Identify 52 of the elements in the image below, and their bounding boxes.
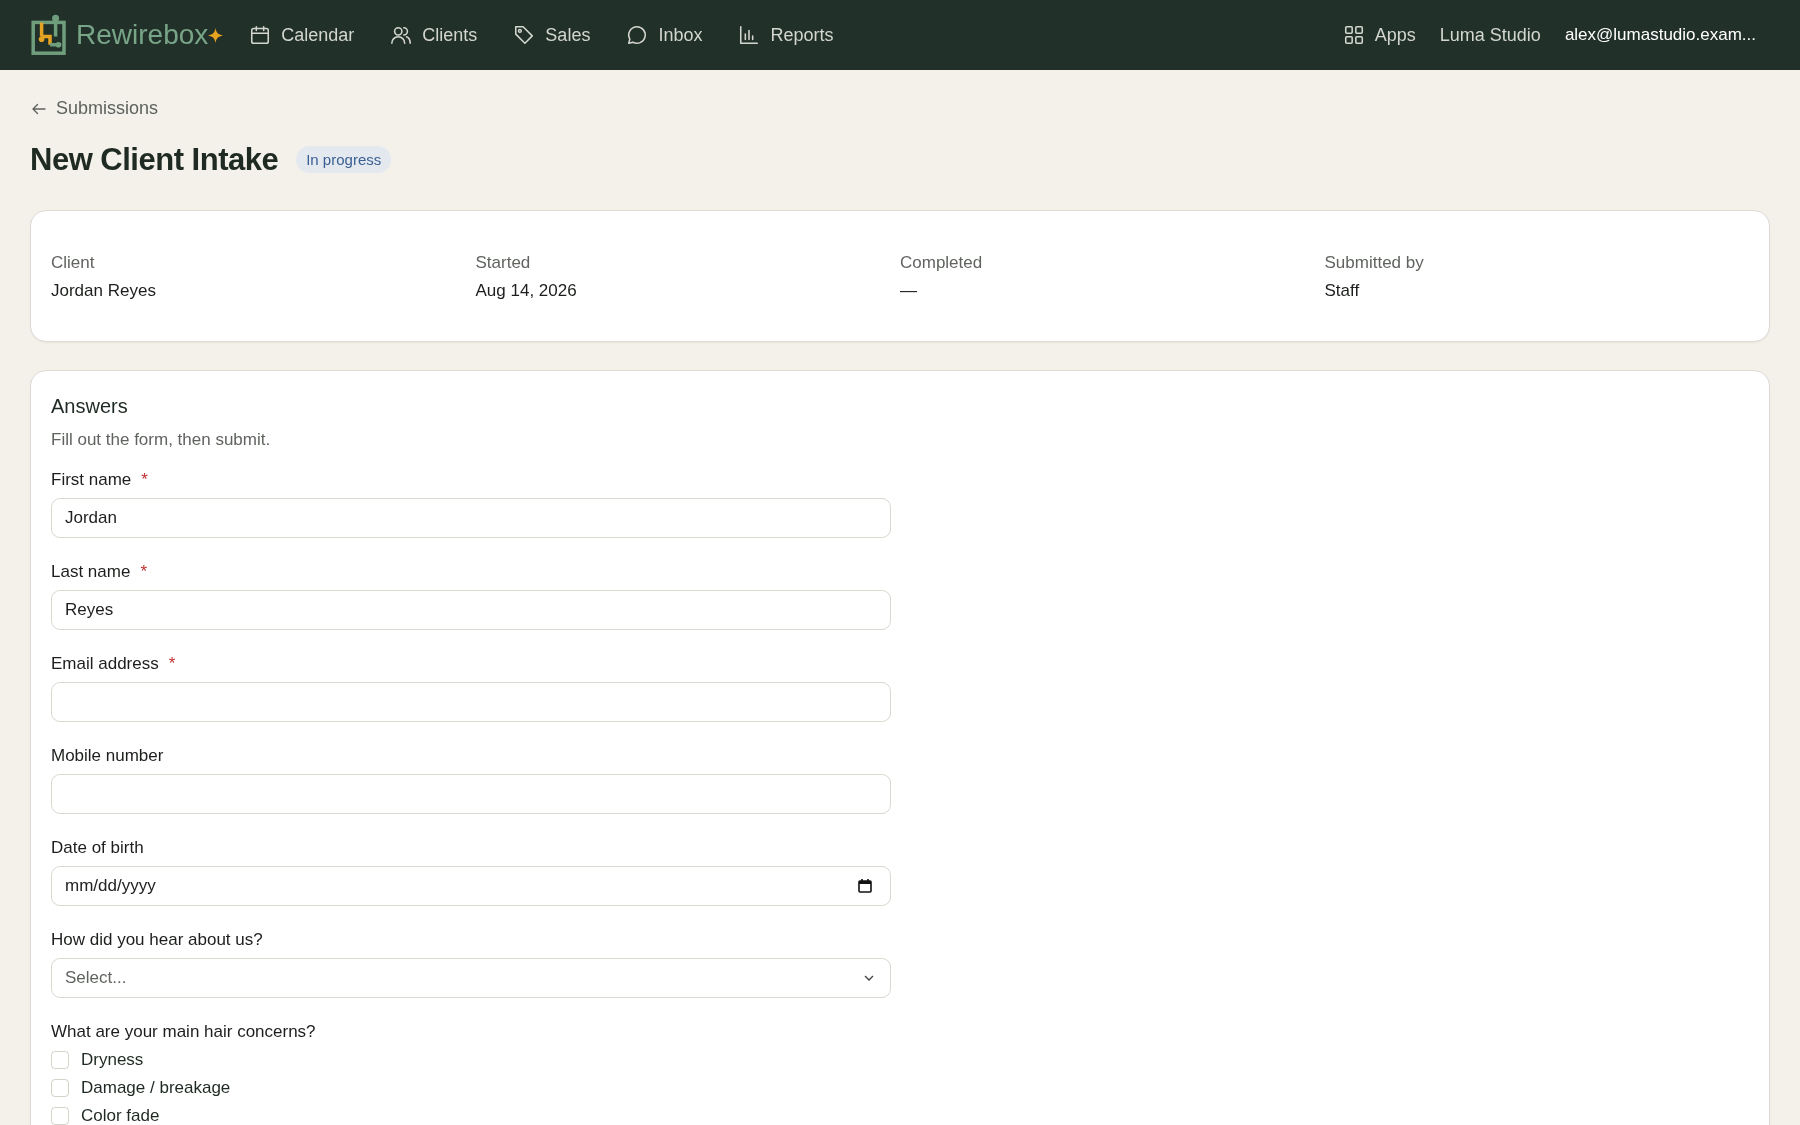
summary-value: Staff [1324, 280, 1361, 301]
text-field[interactable] [51, 681, 891, 722]
field-label: What are your main hair concerns? [51, 1021, 316, 1042]
nav-link[interactable]: Reports [738, 24, 834, 46]
option-label: Damage / breakage [81, 1077, 231, 1098]
field-label: Date of birth [51, 837, 144, 858]
date-field[interactable]: mm/dd/yyyy [51, 865, 891, 906]
select-field[interactable]: Select... [51, 957, 891, 998]
summary-label: Client [51, 252, 96, 273]
text-field[interactable] [51, 773, 891, 814]
summary-label: Started [475, 252, 532, 273]
page-title: New Client Intake [30, 141, 279, 178]
field-label: First name [51, 469, 132, 490]
chat-bubble-icon [626, 24, 649, 46]
calendar-icon [249, 24, 272, 46]
nav-link[interactable]: Clients [390, 24, 478, 46]
summary-value: Aug 14, 2026 [475, 280, 578, 301]
summary-value: — [900, 280, 918, 301]
required-mark: * [141, 469, 148, 490]
tag-icon [513, 24, 536, 46]
text-field[interactable]: Jordan [51, 497, 891, 538]
required-mark: * [140, 561, 147, 582]
sparkle-icon [208, 28, 224, 43]
account-link[interactable]: alex@lumastudio.exam... [1564, 25, 1756, 45]
option-label: Dryness [81, 1049, 144, 1070]
grid-icon [1342, 24, 1365, 46]
field-label: Email address [51, 653, 159, 674]
calendar-icon [857, 877, 873, 894]
status-badge: In progress [296, 146, 392, 173]
text-field[interactable]: Reyes [51, 589, 891, 630]
summary-value: Jordan Reyes [51, 280, 157, 301]
section-title: Answers [51, 394, 129, 418]
brand-name[interactable]: Rewirebox [76, 19, 209, 51]
section-subtitle: Fill out the form, then submit. [51, 429, 272, 450]
field-label: Mobile number [51, 745, 164, 766]
nav-link[interactable]: Inbox [626, 24, 703, 46]
nav-link[interactable]: Sales [513, 24, 591, 46]
workspace-link[interactable]: Luma Studio [1439, 24, 1541, 46]
users-icon [390, 24, 413, 46]
required-mark: * [168, 653, 176, 674]
summary-label: Completed [900, 252, 984, 273]
back-link[interactable]: Submissions [30, 98, 159, 119]
option-label: Color fade [81, 1105, 160, 1125]
field-label: How did you hear about us? [51, 929, 263, 950]
checkbox[interactable] [51, 1050, 69, 1069]
apps-link[interactable]: Apps [1342, 24, 1416, 46]
field-label: Last name [51, 561, 131, 582]
checkbox[interactable] [51, 1078, 69, 1097]
nav-link[interactable]: Calendar [249, 24, 355, 46]
bar-chart-icon [738, 24, 761, 46]
summary-label: Submitted by [1324, 252, 1425, 273]
checkbox[interactable] [51, 1106, 69, 1125]
